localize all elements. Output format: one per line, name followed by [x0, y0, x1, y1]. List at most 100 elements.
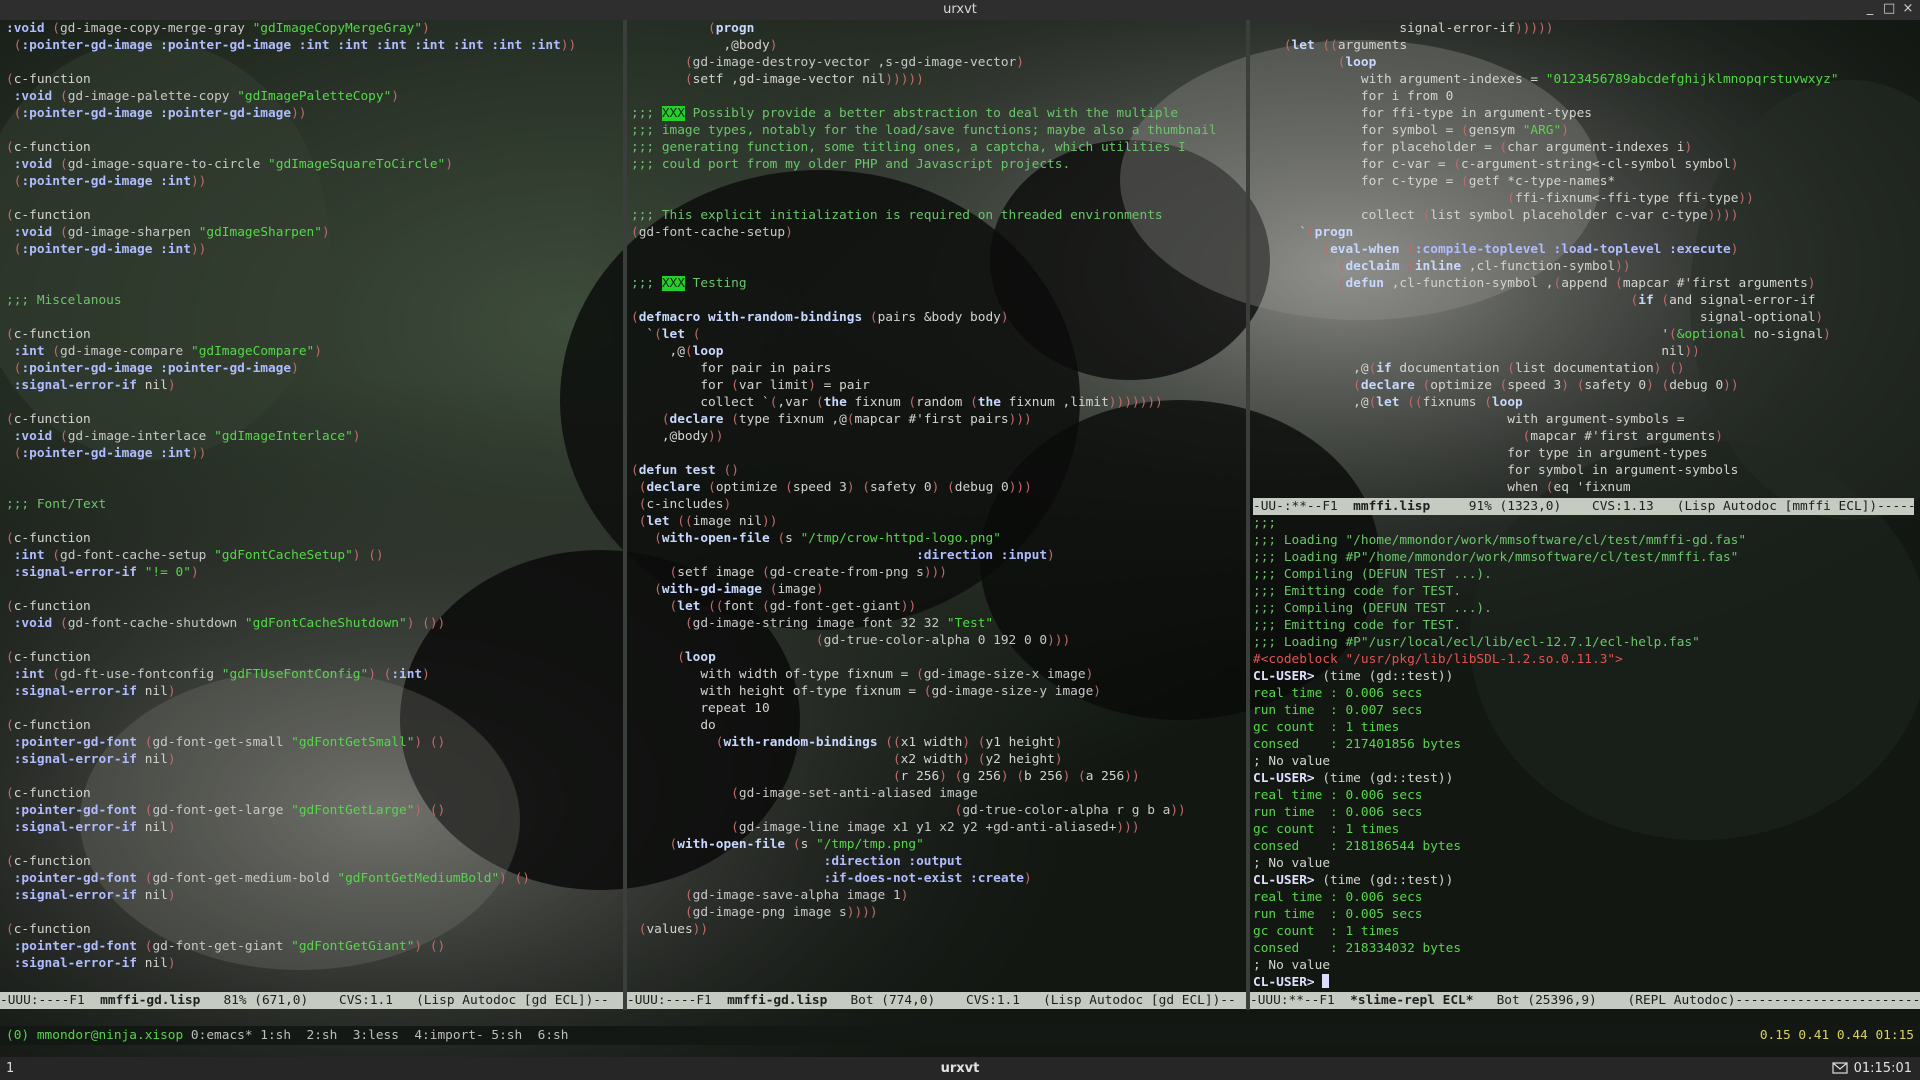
code-token: nil: [137, 378, 168, 393]
code-token: gd-image-copy-merge-gray: [59, 21, 245, 36]
code-token: safety 0: [1584, 378, 1647, 393]
code-token: ): [1054, 752, 1063, 767]
code-token: c-function: [13, 208, 91, 223]
code-token: image: [777, 582, 816, 597]
code-line: :signal-error-if nil): [6, 820, 176, 835]
maximize-button[interactable]: □: [1883, 1, 1895, 16]
code-line: (c-function: [6, 140, 91, 155]
code-token: :void: [6, 21, 45, 36]
code-token: run time : 0.005 secs: [1253, 907, 1423, 922]
modeline-right-top[interactable]: -UU-:**--F1 mmffi.lisp 91% (1323,0) CVS:…: [1253, 498, 1914, 515]
code-token: ,cl-function-symbol ,: [1384, 276, 1554, 291]
code-token: :if-does-not-exist :create: [823, 871, 1024, 886]
code-token: gd-image-line image x1 y1 x2 y2 +gd-anti…: [738, 820, 1117, 835]
code-token: (: [1507, 191, 1515, 206]
code-token: ) ()): [406, 616, 446, 631]
code-token: c-includes: [646, 497, 724, 512]
editor-pane-right[interactable]: signal-error-if))))) (let ((arguments (l…: [1253, 20, 1914, 494]
editor-pane-middle[interactable]: (progn ,@body) (gd-image-destroy-vector …: [631, 20, 1243, 990]
close-button[interactable]: ×: [1902, 1, 1914, 16]
code-token: ): [391, 89, 400, 104]
code-line: (let ((arguments: [1253, 38, 1407, 53]
modeline-buffer-name: mmffi-gd.lisp: [727, 993, 828, 1008]
code-token: (: [631, 310, 639, 325]
tmux-window-list[interactable]: 0:emacs* 1:sh 2:sh 3:less 4:import- 5:sh…: [183, 1028, 569, 1043]
code-token: gd-font-get-giant: [152, 939, 284, 954]
code-token: XXX: [661, 106, 685, 121]
modeline-buffer-name: mmffi.lisp: [1353, 499, 1431, 514]
window-divider[interactable]: [623, 20, 627, 1010]
modeline-info: Bot (25396,9) (REPL Autodoc)------------…: [1473, 993, 1920, 1008]
code-token: nil: [137, 752, 168, 767]
code-line: ;;; This explicit initialization is requ…: [631, 208, 1163, 223]
window-title: urxvt: [943, 2, 977, 17]
modeline-repl[interactable]: -UUU:**--F1 *slime-repl ECL* Bot (25396,…: [1250, 992, 1920, 1009]
code-token: ): [422, 21, 430, 36]
code-token: (: [654, 327, 662, 342]
code-token: (: [708, 21, 716, 36]
code-text: (progn ,@body) (gd-image-destroy-vector …: [631, 20, 1243, 938]
code-token: )): [1615, 259, 1631, 274]
repl-line: real time : 0.006 secs: [1253, 890, 1423, 905]
minimize-button[interactable]: _: [1864, 1, 1876, 16]
code-text: :void (gd-image-copy-merge-gray "gdImage…: [6, 20, 622, 972]
code-token: `: [631, 327, 655, 342]
code-token: = pair: [815, 378, 870, 393]
window-divider[interactable]: [1246, 20, 1250, 1010]
code-token: nil: [1253, 344, 1685, 359]
code-line: with argument-indexes = "0123456789abcde…: [1253, 72, 1839, 87]
code-token: "!= 0": [144, 565, 191, 580]
slime-repl-pane[interactable]: ;;; ;;; Loading "/home/mmondor/work/mmso…: [1253, 515, 1914, 991]
taskbar-entry-urxvt[interactable]: urxvt: [0, 1061, 1920, 1076]
modeline-left[interactable]: -UUU:----F1 mmffi-gd.lisp 81% (671,0) CV…: [0, 992, 623, 1009]
repl-line: run time : 0.006 secs: [1253, 805, 1423, 820]
code-token: gd-font-get-giant: [769, 599, 901, 614]
code-token: (: [1615, 276, 1623, 291]
modeline-middle[interactable]: -UUU:----F1 mmffi-gd.lisp Bot (774,0) CV…: [627, 992, 1246, 1009]
code-token: ): [167, 684, 176, 699]
code-line: (let ((image nil)): [631, 514, 778, 529]
code-token: b 256: [1024, 769, 1063, 784]
code-token: (: [1407, 259, 1415, 274]
code-token: ): [1000, 310, 1009, 325]
code-line: (ffi-fixnum<-ffi-type ffi-type)): [1253, 191, 1754, 206]
code-token: r 256: [900, 769, 940, 784]
code-token: gensym: [1468, 123, 1523, 138]
code-token: (: [684, 888, 693, 903]
code-line: (eval-when (:compile-toplevel :load-topl…: [1253, 242, 1738, 257]
code-token: (: [684, 616, 693, 631]
code-token: :void: [13, 429, 53, 444]
window-titlebar[interactable]: urxvt _ □ ×: [0, 0, 1920, 20]
code-token: run time : 0.006 secs: [1253, 805, 1423, 820]
code-token: "gdFontGetGiant": [291, 939, 415, 954]
code-line: (with-gd-image (image): [631, 582, 824, 597]
code-token: (: [916, 667, 924, 682]
code-token: for: [631, 378, 732, 393]
code-token: declaim: [1345, 259, 1400, 274]
repl-line: ; No value: [1253, 958, 1330, 973]
code-line: signal-optional): [1253, 310, 1823, 325]
code-token: fixnum: [846, 395, 909, 410]
code-line: :int (gd-image-compare "gdImageCompare"): [6, 344, 322, 359]
code-token: )))): [1707, 208, 1739, 223]
code-token: no-signal: [1746, 327, 1824, 342]
load-average-15: 0.44: [1836, 1028, 1868, 1043]
code-token: ): [769, 38, 778, 53]
mail-icon[interactable]: [1832, 1061, 1848, 1075]
code-token: (: [762, 565, 770, 580]
code-token: documentation: [1391, 361, 1508, 376]
code-token: gc count : 1 times: [1253, 720, 1400, 735]
editor-pane-left[interactable]: :void (gd-image-copy-merge-gray "gdImage…: [6, 20, 622, 990]
code-line: for placeholder = (char argument-indexes…: [1253, 140, 1692, 155]
